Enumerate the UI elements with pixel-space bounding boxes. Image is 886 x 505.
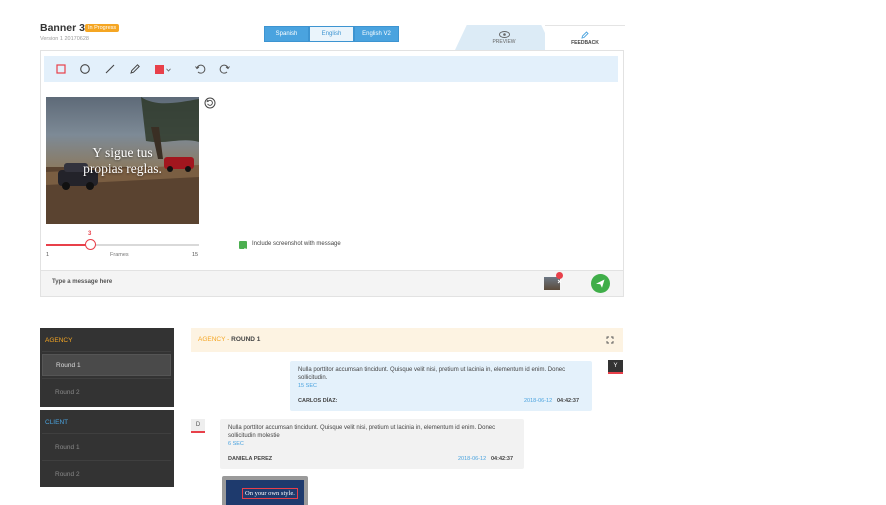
- chat-message-author: CARLOS DÍAZ:: [298, 398, 338, 404]
- eye-icon: [498, 30, 510, 38]
- check-icon: [240, 247, 246, 253]
- tab-preview-label: PREVIEW: [492, 38, 516, 45]
- pencil-icon: [581, 30, 589, 39]
- page-title: Banner 3: [40, 22, 85, 34]
- chat-message-duration: 15 SEC: [298, 383, 317, 389]
- undo-icon[interactable]: [194, 63, 206, 75]
- language-tab-spanish[interactable]: Spanish: [264, 26, 309, 42]
- message-input-bar[interactable]: [41, 270, 623, 296]
- tab-feedback[interactable]: FEEDBACK: [545, 25, 625, 50]
- tab-feedback-label: FEEDBACK: [571, 39, 599, 46]
- color-picker[interactable]: [155, 63, 173, 75]
- frame-slider-label: Frames: [110, 252, 129, 258]
- sidebar-item-client-round-2[interactable]: Round 2: [42, 463, 171, 485]
- chat-message: Nulla porttitor accumsan tincidunt. Quis…: [220, 419, 524, 469]
- chat-message-time: 04:42:37: [491, 456, 514, 462]
- chat-message-date: 2018-06-12: [458, 456, 487, 462]
- divider: [42, 460, 171, 461]
- sidebar-item-client-round-1[interactable]: Round 1: [42, 436, 171, 458]
- tab-preview[interactable]: PREVIEW: [455, 25, 553, 50]
- chat-screenshot-attachment[interactable]: On your own style.: [222, 476, 308, 505]
- message-input-placeholder: Type a message here: [52, 279, 113, 285]
- sidebar-client-section: CLIENT Round 1 Round 2: [40, 410, 174, 487]
- close-icon: [557, 279, 562, 284]
- circle-icon[interactable]: [79, 63, 91, 75]
- sidebar-agency-heading: AGENCY: [45, 337, 73, 344]
- chat-title-round: ROUND 1: [231, 336, 261, 343]
- chat-message-duration: 6 SEC: [228, 441, 244, 447]
- banner-headline-line1: Y sigue tus: [92, 145, 153, 160]
- frame-slider-value: 3: [88, 231, 92, 237]
- sidebar-client-heading: CLIENT: [45, 419, 69, 426]
- divider: [42, 378, 171, 379]
- language-switcher: Spanish English English V2: [264, 26, 399, 42]
- chat-message-date: 2018-06-12: [524, 398, 553, 404]
- chat-message-text: Nulla porttitor accumsan tincidunt. Quis…: [228, 425, 496, 439]
- frame-slider-max: 15: [192, 252, 199, 258]
- attachment-preview: On your own style.: [226, 480, 304, 505]
- redo-icon[interactable]: [219, 63, 231, 75]
- chat-message-time: 04:42:37: [557, 398, 580, 404]
- frame-slider-min: 1: [46, 252, 50, 258]
- language-tab-english-v2[interactable]: English V2: [354, 26, 399, 42]
- line-icon[interactable]: [104, 63, 116, 75]
- sidebar-agency-section: AGENCY Round 1 Round 2: [40, 328, 174, 407]
- chat-message-text: Nulla porttitor accumsan tincidunt. Quis…: [298, 367, 566, 381]
- sidebar-item-agency-round-2[interactable]: Round 2: [42, 381, 171, 403]
- square-icon[interactable]: [55, 63, 67, 75]
- status-badge: In Progress: [85, 24, 120, 32]
- frame-slider-handle[interactable]: [85, 239, 96, 250]
- chat-message-author: DANIELA PEREZ: [228, 456, 273, 462]
- language-tab-english[interactable]: English: [309, 26, 354, 42]
- remove-attachment-icon[interactable]: [556, 272, 563, 284]
- send-icon: [596, 279, 605, 288]
- send-button[interactable]: [591, 274, 610, 293]
- reset-icon[interactable]: [204, 97, 216, 109]
- include-screenshot-checkbox[interactable]: [239, 241, 247, 253]
- chat-title: AGENCY - ROUND 1: [198, 336, 260, 343]
- banner-preview-image[interactable]: Y sigue tus propias reglas.: [46, 97, 199, 224]
- avatar: Y: [608, 360, 623, 374]
- pencil-icon[interactable]: [129, 63, 141, 75]
- drawing-toolbar: [44, 56, 618, 82]
- divider: [42, 433, 171, 434]
- chat-title-prefix: AGENCY: [198, 336, 226, 343]
- expand-icon[interactable]: [606, 336, 614, 344]
- banner-headline: Y sigue tus propias reglas.: [46, 145, 199, 177]
- frame-slider-fill: [46, 244, 88, 246]
- avatar: D: [191, 419, 205, 433]
- chevron-down-icon: [166, 68, 171, 72]
- banner-headline-line2: propias reglas.: [83, 161, 162, 176]
- divider: [42, 351, 171, 352]
- sidebar-item-agency-round-1[interactable]: Round 1: [42, 354, 171, 376]
- attachment-caption: On your own style.: [242, 488, 298, 499]
- chat-message: Nulla porttitor accumsan tincidunt. Quis…: [290, 361, 592, 411]
- color-swatch: [155, 65, 164, 74]
- include-screenshot-label: Include screenshot with message: [252, 241, 341, 247]
- version-label: Version 1 20170628: [40, 36, 89, 42]
